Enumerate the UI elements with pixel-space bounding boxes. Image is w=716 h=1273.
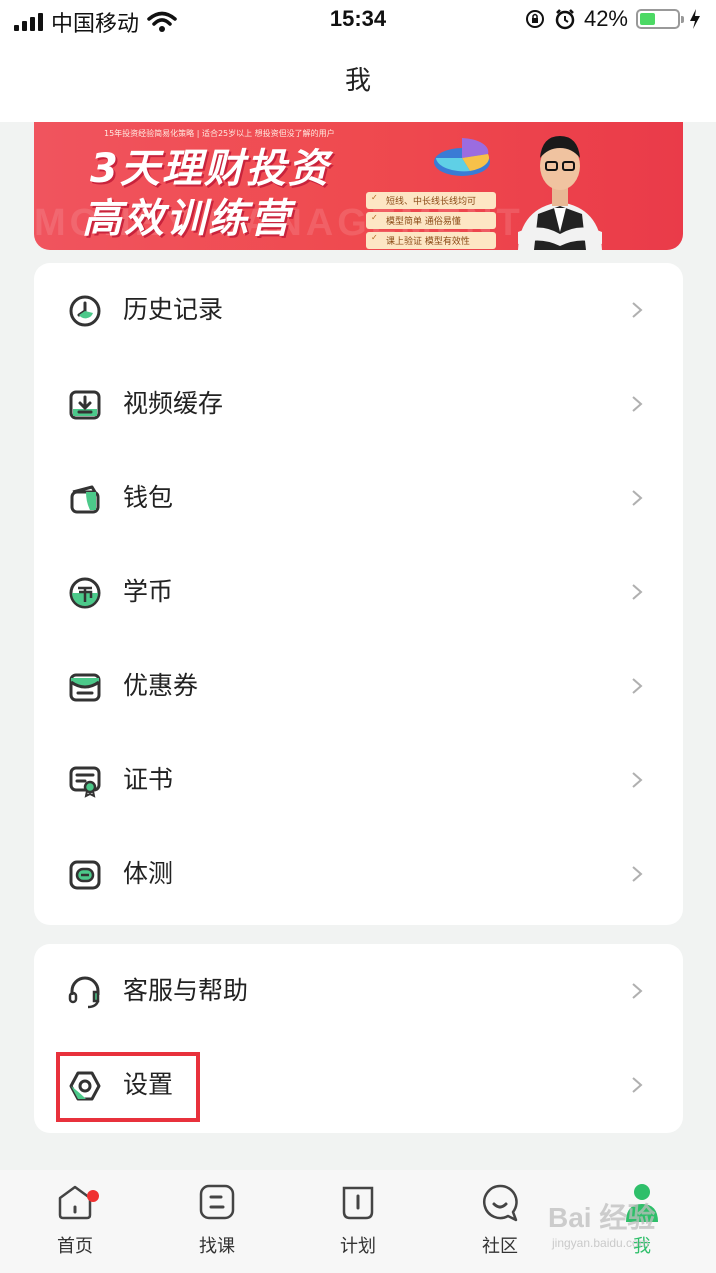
battery-icon bbox=[636, 9, 684, 29]
menu-card: 历史记录 视频缓存 钱包 学币 优惠券 证书 体测 bbox=[34, 263, 683, 925]
chevron-right-icon bbox=[632, 584, 643, 600]
menu-item-label: 优惠券 bbox=[123, 671, 199, 700]
menu-item-label: 历史记录 bbox=[123, 295, 224, 324]
chevron-right-icon bbox=[632, 678, 643, 694]
menu-item-label: 视频缓存 bbox=[123, 389, 224, 418]
banner-subheadline: 高效训练营 bbox=[82, 196, 292, 242]
menu-item-customer-service[interactable]: 客服与帮助 bbox=[34, 944, 683, 1038]
status-bar: 中国移动 15:34 42% bbox=[0, 0, 716, 40]
menu-item-wallet[interactable]: 钱包 bbox=[34, 451, 683, 545]
baidu-watermark: Bai 经验 bbox=[548, 1202, 656, 1233]
menu-item-fitness-test[interactable]: 体测 bbox=[34, 827, 683, 921]
tab-find-course[interactable]: 找课 bbox=[167, 1182, 267, 1258]
headset-icon bbox=[68, 976, 100, 1009]
chevron-right-icon bbox=[632, 490, 643, 506]
banner-tag: 课上验证 模型有效性 bbox=[366, 232, 496, 249]
plan-icon bbox=[342, 1186, 374, 1220]
chevron-right-icon bbox=[632, 772, 643, 788]
tab-plan[interactable]: 计划 bbox=[308, 1182, 408, 1258]
menu-item-coupons[interactable]: 优惠券 bbox=[34, 639, 683, 733]
test-icon bbox=[69, 860, 101, 890]
orientation-lock-icon bbox=[525, 10, 544, 28]
home-icon bbox=[58, 1185, 92, 1220]
settings-highlight-box bbox=[56, 1052, 200, 1122]
status-right: 42% bbox=[524, 6, 702, 32]
charging-icon bbox=[690, 9, 700, 29]
course-icon bbox=[199, 1184, 235, 1220]
alarm-icon bbox=[555, 9, 575, 30]
tab-community[interactable]: 社区 bbox=[450, 1182, 550, 1258]
battery-fill bbox=[640, 13, 656, 25]
instructor-photo-icon bbox=[518, 136, 602, 250]
clock-icon bbox=[69, 295, 101, 327]
tab-label: 找课 bbox=[199, 1236, 235, 1257]
certificate-icon bbox=[69, 766, 101, 798]
menu-item-label: 证书 bbox=[123, 765, 174, 794]
menu-item-certificates[interactable]: 证书 bbox=[34, 733, 683, 827]
wallet-icon bbox=[70, 485, 100, 514]
tab-home[interactable]: 首页 bbox=[25, 1182, 125, 1258]
tab-label: 社区 bbox=[482, 1236, 518, 1257]
page-title: 我 bbox=[344, 66, 371, 96]
community-icon bbox=[483, 1184, 518, 1222]
banner-tags: 短线、中长线长线均可 模型简单 通俗易懂 课上验证 模型有效性 bbox=[366, 192, 496, 249]
pie-chart-graphic-icon bbox=[434, 138, 490, 176]
tab-label: 计划 bbox=[340, 1236, 376, 1257]
coin-icon bbox=[69, 577, 101, 609]
menu-item-video-cache[interactable]: 视频缓存 bbox=[34, 357, 683, 451]
menu-item-history[interactable]: 历史记录 bbox=[34, 263, 683, 357]
battery-percent: 42% bbox=[583, 6, 628, 31]
coupon-icon bbox=[69, 673, 101, 702]
banner-tag: 短线、中长线长线均可 bbox=[366, 192, 496, 209]
chevron-right-icon bbox=[632, 1077, 643, 1093]
chevron-right-icon bbox=[632, 866, 643, 882]
tab-label: 首页 bbox=[57, 1236, 93, 1257]
chevron-right-icon bbox=[632, 983, 643, 999]
download-icon bbox=[69, 390, 101, 420]
chevron-right-icon bbox=[632, 396, 643, 412]
nav-bar: 我 bbox=[0, 40, 716, 122]
notification-badge bbox=[87, 1190, 99, 1202]
menu-item-label: 客服与帮助 bbox=[123, 976, 249, 1005]
menu-item-label: 钱包 bbox=[123, 483, 174, 512]
chevron-right-icon bbox=[632, 302, 643, 318]
menu-item-coins[interactable]: 学币 bbox=[34, 545, 683, 639]
menu-item-label: 学币 bbox=[123, 577, 174, 606]
banner-tag: 模型简单 通俗易懂 bbox=[366, 212, 496, 229]
menu-item-label: 体测 bbox=[123, 859, 174, 888]
promo-banner[interactable]: MONEY MANAGEMENT 15年投资经验简易化策略 | 适合25岁以上 … bbox=[34, 122, 683, 250]
baidu-watermark-url: jingyan.baidu.com bbox=[552, 1236, 649, 1250]
